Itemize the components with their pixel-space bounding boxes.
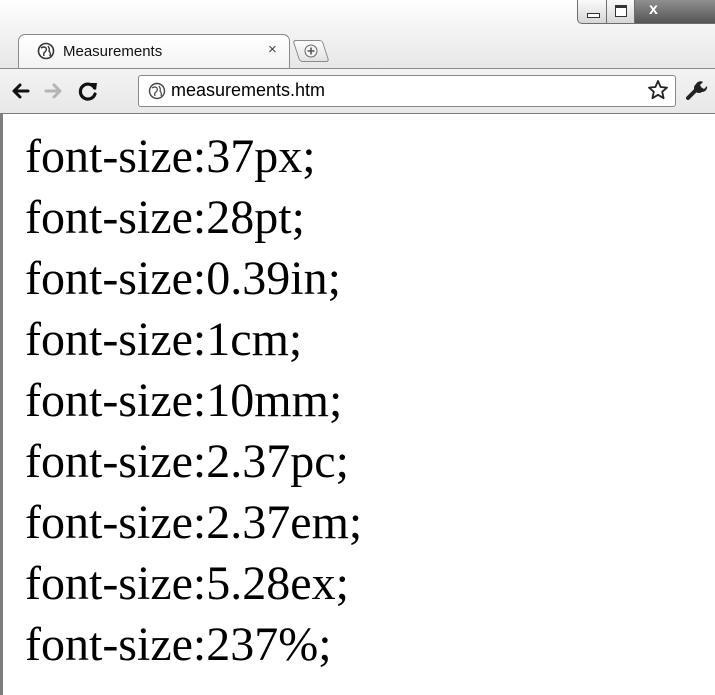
reload-icon [78,82,97,101]
content-line: font-size:28pt; [25,191,305,244]
content-line: font-size:1cm; [25,313,303,366]
back-button[interactable] [8,79,32,103]
star-icon[interactable] [647,79,669,101]
forward-button[interactable] [42,79,66,103]
new-tab-button[interactable] [292,40,330,62]
content-line: font-size:37px; [25,130,316,183]
title-bar: Measurements × x [0,0,715,72]
close-icon: x [649,1,658,18]
forward-arrow-icon [44,83,62,99]
page-content: font-size:37px; font-size:28pt; font-siz… [0,114,715,695]
content-line: font-size:2.37em; [25,496,363,549]
url-text[interactable]: measurements.htm [171,80,325,101]
tab-title: Measurements [63,43,163,60]
minimize-button[interactable] [577,0,607,24]
close-tab-icon[interactable]: × [268,41,277,58]
content-line: font-size:10mm; [25,374,343,427]
navigation-toolbar: measurements.htm [0,68,715,114]
reload-button[interactable] [76,79,100,103]
window-controls: x [577,0,715,26]
maximize-icon [615,5,627,17]
new-tab-icon [304,44,318,58]
globe-icon [37,42,55,60]
content-line: font-size:5.28ex; [25,557,349,610]
browser-window: Measurements × x measurements.htm font-s… [0,0,715,695]
tab-measurements[interactable]: Measurements × [18,34,290,68]
maximize-button[interactable] [607,0,635,24]
content-line: font-size:2.37pc; [25,435,349,488]
content-line: font-size:0.39in; [25,252,341,305]
content-line: font-size:237%; [25,618,332,671]
minimize-icon [587,13,600,18]
address-bar[interactable]: measurements.htm [138,75,676,107]
wrench-icon[interactable] [684,78,708,102]
page-globe-icon [148,82,166,100]
back-arrow-icon [12,83,30,99]
close-window-button[interactable]: x [635,0,715,24]
